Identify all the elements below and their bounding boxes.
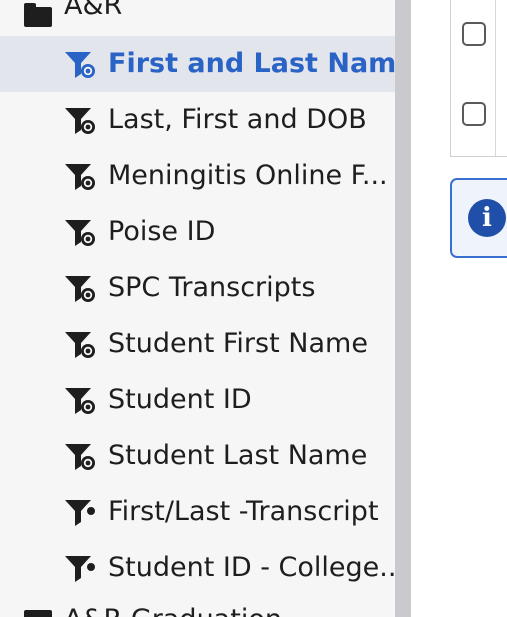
filter-item-label: Student ID xyxy=(108,384,252,415)
filter-item-label: Student ID - College... xyxy=(108,552,395,583)
filter-item-label: Poise ID xyxy=(108,216,216,247)
shared-filter-icon xyxy=(64,218,102,248)
sidebar-filter-item[interactable]: Last, First and DOB xyxy=(0,92,395,148)
info-icon: i xyxy=(468,199,506,237)
folder-label: A&R xyxy=(64,0,123,21)
sidebar-filter-item[interactable]: First/Last -Transcript xyxy=(0,484,395,540)
row-checkbox[interactable] xyxy=(462,22,486,46)
shared-filter-icon xyxy=(64,50,102,80)
sidebar-filter-item[interactable]: First and Last Name xyxy=(0,36,395,92)
sidebar-filter-item[interactable]: Meningitis Online F... xyxy=(0,148,395,204)
sidebar-scrollbar[interactable] xyxy=(395,0,411,617)
filter-item-label: Meningitis Online F... xyxy=(108,160,388,191)
sidebar-filter-item[interactable]: Student Last Name xyxy=(0,428,395,484)
filter-item-label: Student First Name xyxy=(108,328,368,359)
sidebar-filter-item[interactable]: Poise ID xyxy=(0,204,395,260)
folder-a-and-r-graduation[interactable]: A&R Graduation xyxy=(0,600,395,617)
shared-filter-icon xyxy=(64,442,102,472)
filter-item-label: First/Last -Transcript xyxy=(108,496,379,527)
folder-open-icon xyxy=(24,3,52,27)
filter-item-label: First and Last Name xyxy=(108,48,395,79)
folder-label: A&R Graduation xyxy=(64,604,282,617)
filter-item-label: Last, First and DOB xyxy=(108,104,367,135)
sidebar-filter-item[interactable]: SPC Transcripts xyxy=(0,260,395,316)
shared-filter-icon xyxy=(64,162,102,192)
sidebar-filter-item[interactable]: Student ID - College... xyxy=(0,540,395,596)
filter-tree-sidebar: A&R First and Last Name Last, First and D… xyxy=(0,0,395,617)
filter-icon xyxy=(64,498,102,528)
filter-item-label: Student Last Name xyxy=(108,440,368,471)
shared-filter-icon xyxy=(64,274,102,304)
sidebar-filter-item[interactable]: Student ID xyxy=(0,372,395,428)
info-banner: i xyxy=(450,178,507,258)
scrollbar-thumb[interactable] xyxy=(395,0,411,617)
folder-a-and-r[interactable]: A&R xyxy=(0,0,395,30)
shared-filter-icon xyxy=(64,330,102,360)
sidebar-filter-item[interactable]: Student First Name xyxy=(0,316,395,372)
shared-filter-icon xyxy=(64,106,102,136)
shared-filter-icon xyxy=(64,386,102,416)
filter-item-label: SPC Transcripts xyxy=(108,272,316,303)
folder-closed-icon xyxy=(24,610,52,617)
row-checkbox[interactable] xyxy=(462,102,486,126)
filter-icon xyxy=(64,554,102,584)
